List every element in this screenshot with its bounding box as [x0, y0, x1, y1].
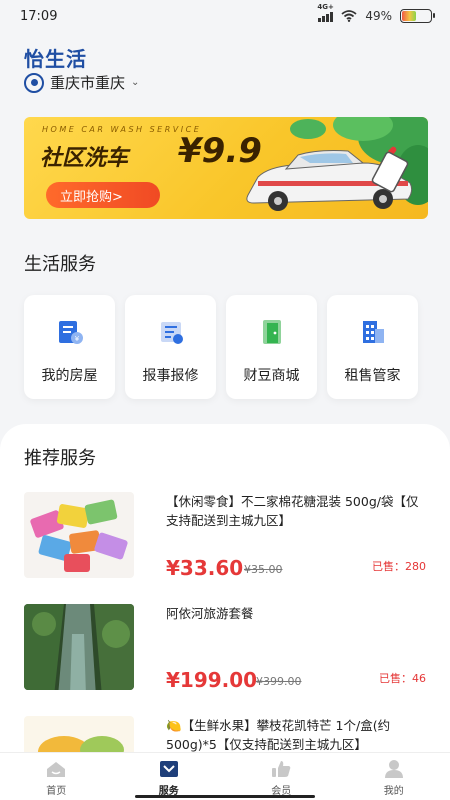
buy-now-button[interactable]: 立即抢购> — [46, 182, 160, 208]
wifi-icon — [341, 10, 357, 22]
recommend-title: 推荐服务 — [24, 448, 96, 469]
chevron-down-icon: ⌄ — [131, 77, 140, 88]
product-image — [24, 492, 134, 578]
product-item[interactable]: 阿依河旅游套餐 ¥199.00 ¥399.00 已售：46 — [24, 604, 428, 696]
tab-member[interactable]: 会员 — [225, 753, 338, 800]
network-type-label: 4G+ — [317, 3, 334, 11]
promo-banner[interactable]: HOME CAR WASH SERVICE 社区洗车 ¥9.9 立即抢购> — [24, 117, 428, 219]
svg-text:¥: ¥ — [74, 335, 79, 343]
cellular-signal-icon: 4G+ — [317, 3, 334, 22]
service-rental-manager[interactable]: 租售管家 — [327, 295, 418, 399]
service-coin-mall[interactable]: 财豆商城 — [226, 295, 317, 399]
status-bar: 17:09 4G+ 49% — [0, 0, 450, 32]
product-name: 【休闲零食】不二家棉花糖混装 500g/袋【仅支持配送到主城九区】 — [166, 494, 419, 528]
service-report-repair[interactable]: 报事报修 — [125, 295, 216, 399]
home-icon — [47, 762, 66, 777]
service-icon — [159, 761, 178, 777]
profile-icon — [384, 760, 403, 778]
product-image — [24, 604, 134, 690]
battery-percent: 49% — [365, 9, 392, 23]
tab-home[interactable]: 首页 — [0, 753, 113, 800]
building-icon — [362, 321, 384, 343]
shop-door-icon — [262, 320, 281, 344]
product-name: 阿依河旅游套餐 — [166, 606, 254, 621]
tab-label: 我的 — [383, 786, 404, 797]
product-sold-count: 已售：46 — [379, 672, 426, 685]
tab-profile[interactable]: 我的 — [338, 753, 450, 800]
product-price: ¥33.60 — [166, 556, 244, 580]
service-my-house[interactable]: ¥ 我的房屋 — [24, 295, 115, 399]
battery-icon — [400, 9, 435, 23]
product-item[interactable]: 【休闲零食】不二家棉花糖混装 500g/袋【仅支持配送到主城九区】 ¥33.60… — [24, 492, 428, 584]
service-label: 租售管家 — [344, 368, 401, 384]
product-original-price: ¥35.00 — [244, 563, 283, 576]
location-pin-icon — [24, 72, 44, 93]
app-logo-text: 怡生活 — [24, 47, 87, 71]
banner-title: 社区洗车 — [40, 146, 129, 171]
life-services-title: 生活服务 — [24, 254, 96, 275]
status-time: 17:09 — [20, 8, 58, 24]
life-services-grid: ¥ 我的房屋 报事报修 财豆商城 租售管家 — [24, 295, 418, 399]
bottom-tab-bar: 首页 服务 会员 我的 — [0, 752, 450, 800]
tab-label: 首页 — [46, 786, 67, 797]
product-price: ¥199.00 — [166, 668, 258, 692]
status-indicators: 4G+ 49% — [317, 3, 435, 23]
service-label: 我的房屋 — [41, 368, 98, 384]
recommend-panel: 推荐服务 【休闲零食】不二家棉花糖混装 500g/袋【仅支持配送到主城九区】 ¥… — [0, 424, 450, 800]
house-bill-icon: ¥ — [58, 321, 83, 344]
home-indicator — [135, 795, 315, 798]
service-label: 财豆商城 — [243, 368, 300, 384]
product-original-price: ¥399.00 — [256, 675, 302, 688]
location-name: 重庆市重庆 — [50, 74, 126, 92]
car-illustration — [246, 117, 428, 211]
app-logo: 怡生活 — [24, 43, 87, 72]
tab-service[interactable]: 服务 — [113, 753, 226, 800]
service-label: 报事报修 — [142, 368, 199, 384]
location-selector[interactable]: 重庆市重庆 ⌄ — [24, 72, 139, 93]
product-sold-count: 已售：280 — [372, 560, 426, 573]
thumbs-up-icon — [272, 761, 291, 777]
report-repair-icon — [160, 322, 183, 344]
product-name: 🍋【生鲜水果】攀枝花凯特芒 1个/盒(约500g)*5【仅支持配送到主城九区】 — [166, 718, 391, 752]
